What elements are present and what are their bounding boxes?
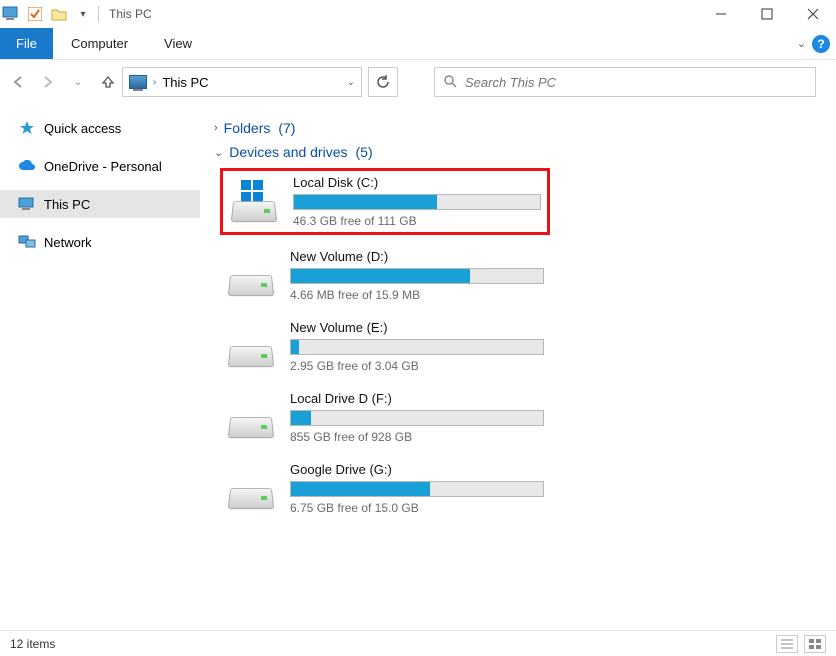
drive-info: New Volume (E:) 2.95 GB free of 3.04 GB — [290, 320, 544, 373]
capacity-bar — [290, 410, 544, 426]
pc-icon — [18, 196, 36, 212]
chevron-right-icon: › — [153, 77, 156, 88]
window-title: This PC — [109, 7, 152, 21]
capacity-bar — [290, 268, 544, 284]
drive-icon — [226, 325, 276, 369]
drive-free-text: 6.75 GB free of 15.0 GB — [290, 501, 544, 515]
qat-customize-icon[interactable]: ▾ — [74, 5, 92, 23]
drive-item[interactable]: Local Disk (C:) 46.3 GB free of 111 GB — [220, 168, 550, 235]
chevron-right-icon: › — [214, 122, 218, 134]
group-devices[interactable]: ⌄ Devices and drives (5) — [214, 144, 832, 160]
sidebar-item-onedrive[interactable]: OneDrive - Personal — [0, 152, 200, 180]
search-input[interactable] — [465, 75, 807, 90]
network-icon — [18, 234, 36, 250]
drive-icon — [226, 396, 276, 440]
sidebar-item-label: This PC — [44, 197, 90, 212]
windows-logo-icon — [241, 180, 263, 202]
sidebar-item-this-pc[interactable]: This PC — [0, 190, 200, 218]
drive-icon — [229, 180, 279, 224]
forward-button[interactable] — [40, 74, 56, 90]
chevron-down-icon: ⌄ — [214, 146, 223, 159]
address-crumb[interactable]: This PC — [162, 75, 208, 90]
recent-locations-icon[interactable]: ⌄ — [70, 74, 86, 90]
status-item-count: 12 items — [10, 637, 55, 651]
quick-access-toolbar: ▾ — [2, 5, 99, 23]
minimize-button[interactable] — [698, 0, 744, 28]
drive-name: Local Disk (C:) — [293, 175, 541, 190]
separator — [98, 6, 99, 22]
capacity-bar — [290, 339, 544, 355]
drive-name: Local Drive D (F:) — [290, 391, 544, 406]
drive-item[interactable]: Google Drive (G:) 6.75 GB free of 15.0 GB — [220, 458, 550, 519]
ribbon-tabs: File Computer View ⌄ ? — [0, 28, 836, 60]
status-bar: 12 items — [0, 630, 836, 656]
sidebar-item-label: OneDrive - Personal — [44, 159, 162, 174]
drive-info: New Volume (D:) 4.66 MB free of 15.9 MB — [290, 249, 544, 302]
address-bar[interactable]: › This PC ⌄ — [122, 67, 362, 97]
group-folders[interactable]: › Folders (7) — [214, 120, 832, 136]
back-button[interactable] — [10, 74, 26, 90]
drive-info: Local Disk (C:) 46.3 GB free of 111 GB — [293, 175, 541, 228]
new-folder-icon[interactable] — [50, 5, 68, 23]
ribbon-collapse-icon[interactable]: ⌄ — [797, 37, 806, 50]
close-button[interactable] — [790, 0, 836, 28]
sidebar-item-label: Network — [44, 235, 92, 250]
drive-free-text: 2.95 GB free of 3.04 GB — [290, 359, 544, 373]
window-controls — [698, 0, 836, 28]
capacity-bar — [293, 194, 541, 210]
drive-name: New Volume (D:) — [290, 249, 544, 264]
sidebar-item-label: Quick access — [44, 121, 121, 136]
drive-name: Google Drive (G:) — [290, 462, 544, 477]
sidebar-item-network[interactable]: Network — [0, 228, 200, 256]
drive-free-text: 4.66 MB free of 15.9 MB — [290, 288, 544, 302]
search-icon — [443, 74, 457, 91]
content-pane: › Folders (7) ⌄ Devices and drives (5) L… — [200, 104, 836, 630]
star-icon — [18, 120, 36, 136]
group-count: (5) — [356, 144, 373, 160]
title-bar: ▾ This PC — [0, 0, 836, 28]
search-box[interactable] — [434, 67, 816, 97]
group-label: Devices and drives — [229, 144, 347, 160]
drive-info: Local Drive D (F:) 855 GB free of 928 GB — [290, 391, 544, 444]
help-icon[interactable]: ? — [812, 35, 830, 53]
sidebar-item-quick-access[interactable]: Quick access — [0, 114, 200, 142]
refresh-button[interactable] — [368, 67, 398, 97]
up-button[interactable] — [100, 74, 116, 90]
tab-file[interactable]: File — [0, 28, 53, 59]
drives-list: Local Disk (C:) 46.3 GB free of 111 GB New… — [210, 168, 832, 519]
group-label: Folders — [224, 120, 271, 136]
pc-icon — [2, 5, 20, 23]
navigation-bar: ⌄ › This PC ⌄ — [0, 60, 836, 104]
maximize-button[interactable] — [744, 0, 790, 28]
properties-check-icon[interactable] — [26, 5, 44, 23]
pc-icon — [129, 75, 147, 89]
drive-item[interactable]: New Volume (D:) 4.66 MB free of 15.9 MB — [220, 245, 550, 306]
cloud-icon — [18, 158, 36, 174]
view-large-icons-icon[interactable] — [804, 635, 826, 653]
tab-computer[interactable]: Computer — [53, 28, 146, 59]
address-dropdown-icon[interactable]: ⌄ — [347, 77, 355, 88]
drive-free-text: 855 GB free of 928 GB — [290, 430, 544, 444]
navigation-pane: Quick access OneDrive - Personal This PC… — [0, 104, 200, 630]
view-details-icon[interactable] — [776, 635, 798, 653]
drive-info: Google Drive (G:) 6.75 GB free of 15.0 GB — [290, 462, 544, 515]
drive-item[interactable]: Local Drive D (F:) 855 GB free of 928 GB — [220, 387, 550, 448]
drive-name: New Volume (E:) — [290, 320, 544, 335]
tab-view[interactable]: View — [146, 28, 210, 59]
drive-icon — [226, 254, 276, 298]
drive-free-text: 46.3 GB free of 111 GB — [293, 214, 541, 228]
capacity-bar — [290, 481, 544, 497]
drive-icon — [226, 467, 276, 511]
group-count: (7) — [278, 120, 295, 136]
drive-item[interactable]: New Volume (E:) 2.95 GB free of 3.04 GB — [220, 316, 550, 377]
